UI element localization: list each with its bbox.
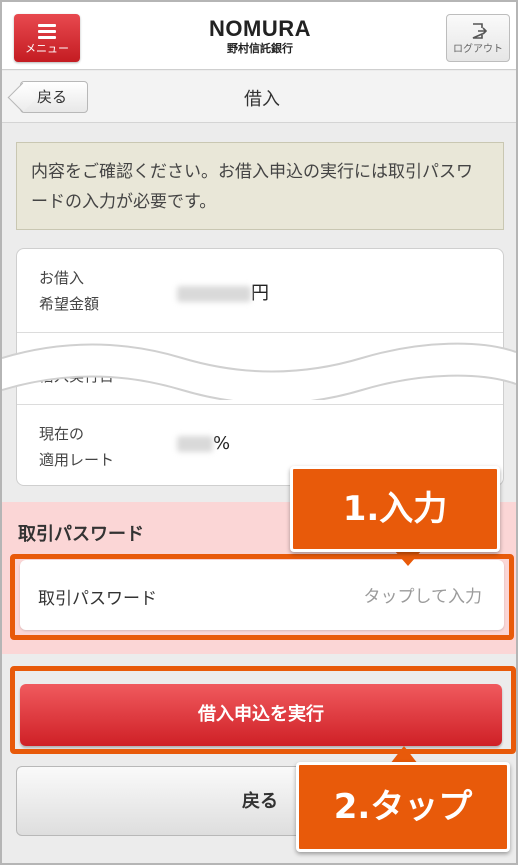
back-button-top-label: 戻る [37, 88, 68, 106]
logout-icon [472, 23, 487, 39]
amount-value: 円 [177, 279, 269, 305]
rate-value: % [177, 433, 230, 454]
page-title: 借入 [244, 89, 280, 110]
amount-label: お借入 希望金額 [39, 265, 99, 317]
password-section-title: 取引パスワード [18, 524, 144, 545]
amount-unit: 円 [251, 283, 269, 304]
brand-logo: NOMURA 野村信託銀行 [192, 16, 328, 56]
logout-button[interactable]: ログアウト [446, 14, 510, 62]
logo-subtitle: 野村信託銀行 [227, 42, 293, 55]
masked-amount [177, 286, 251, 302]
rate-unit: % [213, 433, 231, 454]
callout-step1: 1.入力 [290, 466, 500, 552]
app-header: メニュー NOMURA 野村信託銀行 ログアウト [2, 2, 516, 70]
confirmation-notice: 内容をご確認ください。お借入申込の実行には取引パスワードの入力が必要です。 [16, 142, 504, 230]
page-subheader: 戻る 借入 [2, 71, 516, 123]
amount-label-line2: 希望金額 [39, 295, 100, 313]
callout-pointer-step1 [394, 550, 422, 566]
logo-wordmark: NOMURA [209, 16, 311, 41]
menu-button[interactable]: メニュー [14, 14, 80, 62]
back-button-top[interactable]: 戻る [20, 81, 88, 113]
masked-rate [177, 436, 213, 452]
menu-button-label: メニュー [25, 42, 69, 55]
app-frame: メニュー NOMURA 野村信託銀行 ログアウト 戻る 借入 内容をご確認くださ… [0, 0, 518, 865]
rate-label-line2: 適用レート [39, 451, 115, 469]
highlight-frame-submit [10, 666, 516, 754]
wavy-cut-divider [2, 342, 516, 400]
highlight-frame-password [10, 554, 514, 640]
amount-label-line1: お借入 [39, 269, 85, 287]
rate-label-line1: 現在の [39, 425, 85, 443]
rate-label: 現在の 適用レート [39, 421, 114, 473]
detail-row-amount: お借入 希望金額 円 [17, 249, 503, 333]
callout-step2: 2.タップ [296, 762, 510, 852]
logout-button-label: ログアウト [453, 44, 503, 55]
